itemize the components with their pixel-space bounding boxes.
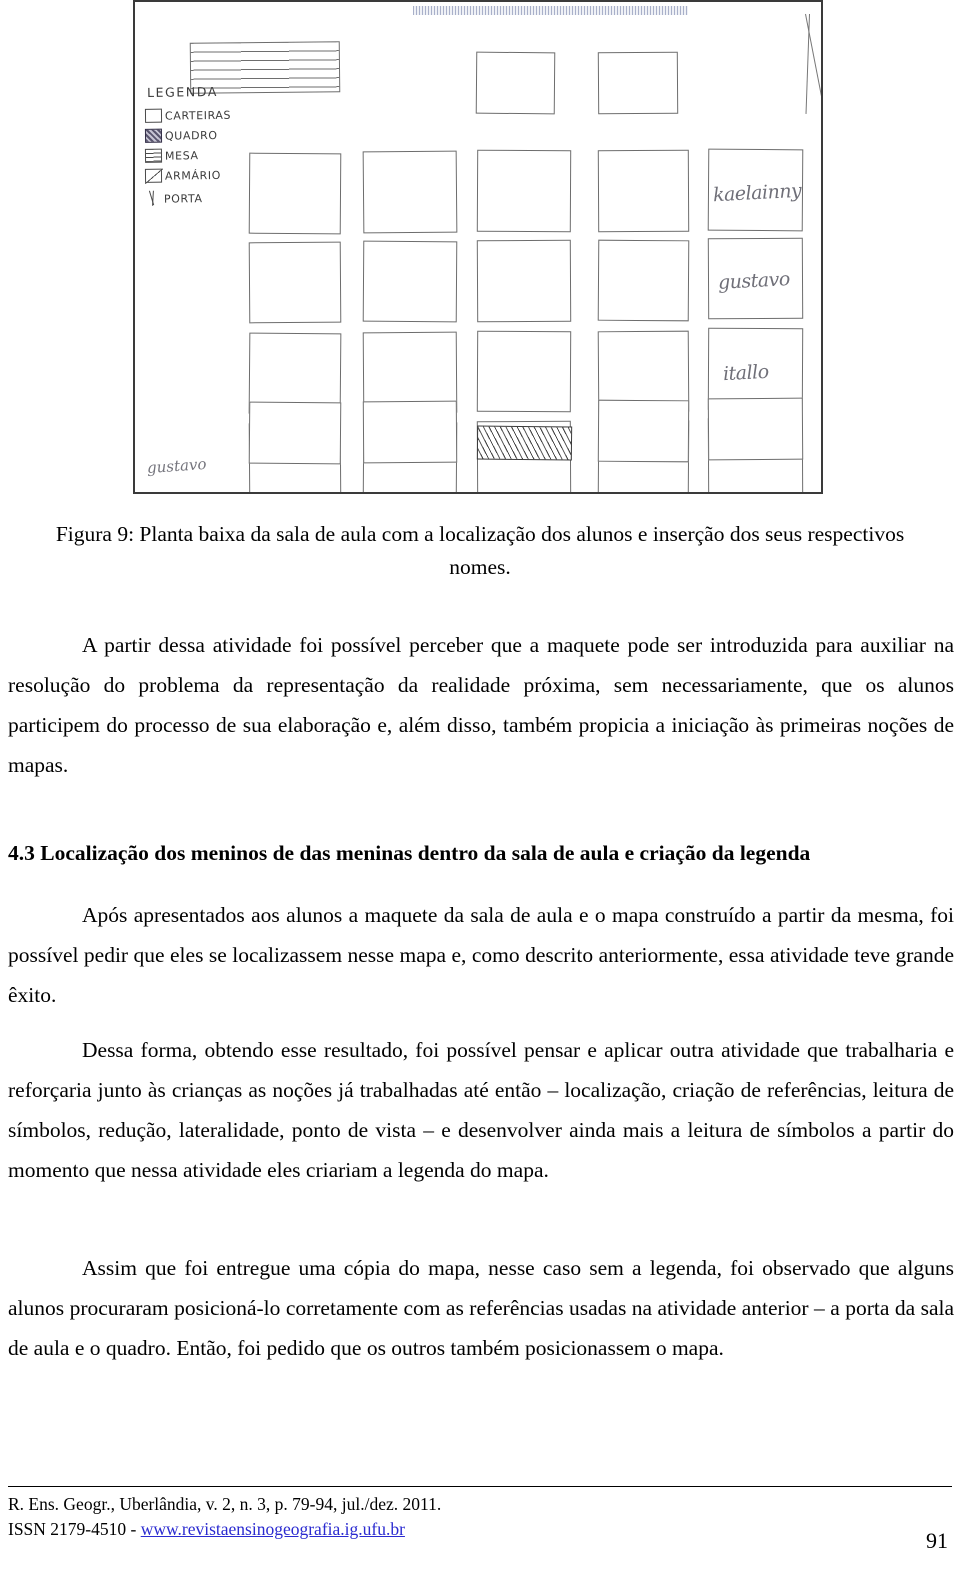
legend-title: LEGENDA <box>146 83 219 100</box>
desk-rect <box>362 400 458 464</box>
paragraph-block-1: A partir dessa atividade foi possível pe… <box>8 625 954 785</box>
figure-9-container: LEGENDA CARTEIRAS QUADRO MESA ARMÁRIO PO… <box>133 0 823 494</box>
handwritten-name: kaelainny <box>712 179 802 207</box>
desk-rect <box>597 399 690 463</box>
legend-label: MESA <box>164 148 199 163</box>
desk-rect <box>475 51 556 115</box>
section-heading: 4.3 Localização dos meninos de das menin… <box>8 841 811 865</box>
door-symbol-top-right <box>767 13 821 114</box>
paragraph: Assim que foi entregue uma cópia do mapa… <box>8 1256 954 1360</box>
footer-issn-line: ISSN 2179-4510 - www.revistaensinogeogra… <box>8 1517 708 1542</box>
legend-item-carteiras: CARTEIRAS <box>144 107 285 123</box>
desk-rect <box>707 397 804 461</box>
desk-rect <box>597 51 679 115</box>
student-signature: gustavo <box>146 454 207 478</box>
figure-scan-area: LEGENDA CARTEIRAS QUADRO MESA ARMÁRIO PO… <box>135 2 821 492</box>
handwritten-name: itallo <box>722 360 770 386</box>
legend-label: CARTEIRAS <box>164 108 232 123</box>
footer-citation: R. Ens. Geogr., Uberlândia, v. 2, n. 3, … <box>8 1492 708 1542</box>
legend-item-quadro: QUADRO <box>144 127 285 143</box>
empty-square-icon <box>144 108 163 123</box>
paragraph-block-2: Após apresentados aos alunos a maquete d… <box>8 895 954 1015</box>
legend-label: PORTA <box>163 191 203 206</box>
footer-divider <box>8 1486 952 1487</box>
striped-square-icon <box>144 148 163 163</box>
desk-rect <box>597 239 690 322</box>
footer-journal-line: R. Ens. Geogr., Uberlândia, v. 2, n. 3, … <box>8 1494 442 1514</box>
door-v-icon <box>145 191 161 207</box>
handwritten-name: gustavo <box>717 268 791 294</box>
desk-rect <box>597 149 690 233</box>
filled-square-icon <box>144 128 163 143</box>
legend-label: QUADRO <box>164 128 218 143</box>
paragraph-block-4: Assim que foi entregue uma cópia do mapa… <box>8 1248 954 1368</box>
desk-rect <box>362 240 458 323</box>
desk-rect <box>476 239 572 323</box>
figure-caption: Figura 9: Planta baixa da sala de aula c… <box>55 522 905 579</box>
desk-rect <box>248 152 342 235</box>
diagonal-square-icon <box>144 168 163 183</box>
desk-rect <box>476 330 572 413</box>
page-number: 91 <box>926 1528 948 1553</box>
journal-url-link[interactable]: www.revistaensinogeografia.ig.ufu.br <box>141 1519 405 1539</box>
paragraph: A partir dessa atividade foi possível pe… <box>8 633 954 777</box>
desk-rect <box>248 401 342 465</box>
hatched-armario-rect <box>476 425 573 461</box>
desk-rect <box>362 150 458 234</box>
scan-artifact <box>413 6 688 15</box>
legend-label: ARMÁRIO <box>164 168 222 183</box>
paragraph-block-3: Dessa forma, obtendo esse resultado, foi… <box>8 1030 954 1190</box>
paragraph: Após apresentados aos alunos a maquete d… <box>8 903 954 1007</box>
desk-rect <box>476 149 572 233</box>
desk-rect <box>248 241 342 324</box>
issn-text: ISSN 2179-4510 - <box>8 1519 141 1539</box>
paragraph: Dessa forma, obtendo esse resultado, foi… <box>8 1038 954 1182</box>
